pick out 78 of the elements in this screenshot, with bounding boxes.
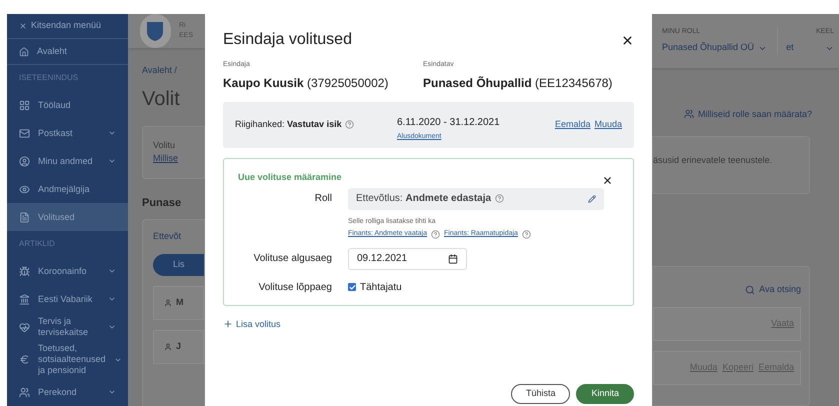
sidebar-item[interactable]: Postkast	[7, 119, 128, 147]
people-icon	[19, 386, 30, 398]
search-link[interactable]: Ava otsing	[745, 283, 801, 297]
close-icon[interactable]	[621, 34, 634, 46]
envelope-icon	[19, 128, 30, 138]
add-mandate-link[interactable]: Lisa volitus	[223, 318, 281, 331]
close-icon[interactable]	[602, 174, 613, 186]
breadcrumb-link[interactable]: Avaleht /	[142, 64, 205, 78]
home-icon[interactable]	[19, 46, 29, 57]
info-text: äsusid erinevatele teenustele.	[653, 155, 772, 165]
sidebar-item[interactable]: Koroonainfo	[7, 257, 128, 285]
chevron-icon	[108, 388, 116, 396]
field-label: Volituse lõppaeg	[258, 280, 333, 294]
mandate-action-link[interactable]: Eemalda	[554, 118, 590, 132]
add-button[interactable]: Lis	[153, 254, 204, 276]
check-icon	[348, 284, 356, 290]
person-name: J	[176, 340, 182, 353]
party-name: Kaupo Kuusik (37925050002)	[223, 74, 390, 92]
sidebar-item[interactable]: Minu andmed	[7, 147, 128, 175]
building-icon	[19, 294, 30, 304]
role-dropdown[interactable]: Punased Õhupallid OÜ	[662, 41, 768, 55]
mandate-period: 6.11.2020 - 31.12.2021	[397, 116, 501, 130]
sidebar-item[interactable]: Tervis ja tervisekaitse	[7, 313, 128, 341]
sidebar-item[interactable]: Andmejälgija	[7, 175, 128, 203]
sidebar-item[interactable]: Eesti Vabariik	[7, 285, 128, 313]
company-tab[interactable]: Ettevõt	[153, 230, 204, 244]
health-icon	[19, 322, 30, 332]
person-name: M	[176, 296, 184, 309]
info-link[interactable]: Millise	[153, 152, 194, 166]
sidebar-item[interactable]: Avaleht	[37, 44, 67, 58]
dialog-title: Esindaja volitused	[223, 30, 352, 50]
confirm-button[interactable]: Kinnita	[576, 384, 634, 404]
sidebar-item[interactable]: Toetused, sotsiaalteenused ja pensionid	[7, 341, 128, 378]
search-icon	[745, 285, 756, 295]
mandate-role: Riigihanked: Vastutav isik	[235, 118, 342, 131]
help-icon[interactable]	[522, 230, 531, 239]
section-heading: Punase	[142, 196, 182, 210]
people-icon	[684, 109, 694, 120]
mandate-action-link[interactable]: Muuda	[594, 118, 622, 132]
document-icon	[19, 212, 30, 222]
chevron-icon	[108, 157, 116, 165]
cancel-button[interactable]: Tühista	[510, 384, 570, 404]
eye-icon	[19, 184, 30, 194]
section-title: ISETEENINDUS	[18, 72, 80, 84]
plus-icon	[223, 319, 233, 330]
party-name: Punased Õhupallid (EE12345678)	[423, 74, 612, 92]
dashboard-icon	[19, 100, 30, 110]
virus-icon	[19, 266, 30, 276]
coat-of-arms-icon	[140, 14, 171, 48]
help-icon[interactable]	[495, 194, 504, 203]
info-text: Volitu	[153, 138, 176, 152]
page-heading: Volit	[142, 86, 181, 112]
sidebar-item[interactable]: Perekond	[7, 378, 128, 406]
person-icon	[164, 342, 172, 350]
date-field[interactable]: 09.12.2021	[348, 248, 467, 270]
person-icon	[164, 298, 172, 306]
field-label: Roll	[314, 192, 333, 206]
euro-icon	[19, 354, 30, 365]
help-icon[interactable]	[344, 120, 354, 129]
chevron-icon	[108, 129, 116, 137]
language-dropdown[interactable]: et	[786, 41, 834, 55]
help-icon[interactable]	[431, 230, 440, 239]
checkbox[interactable]	[348, 283, 356, 291]
checkbox-label: Tähtajatu	[360, 280, 402, 294]
new-mandate-title: Uue volituse määramine	[238, 171, 342, 184]
sidebar-item[interactable]: Volitused	[7, 203, 128, 231]
sidebar-item[interactable]: Töölaud	[7, 91, 128, 119]
edit-icon	[588, 194, 596, 202]
field-label: Volituse algusaeg	[252, 252, 333, 266]
calendar-icon	[448, 254, 458, 264]
role-field[interactable]: Ettevõtlus: Andmete edastaja	[348, 188, 604, 210]
user-icon	[19, 156, 30, 166]
chevron-icon	[108, 267, 116, 275]
collapse-menu-link[interactable]: Kitsendan menüü	[31, 19, 102, 33]
chevron-icon	[108, 323, 116, 331]
help-link[interactable]: Milliseid rolle saan määrata?	[684, 108, 812, 121]
chevron-icon	[108, 295, 116, 303]
section-title: ARTIKLID	[18, 238, 56, 250]
